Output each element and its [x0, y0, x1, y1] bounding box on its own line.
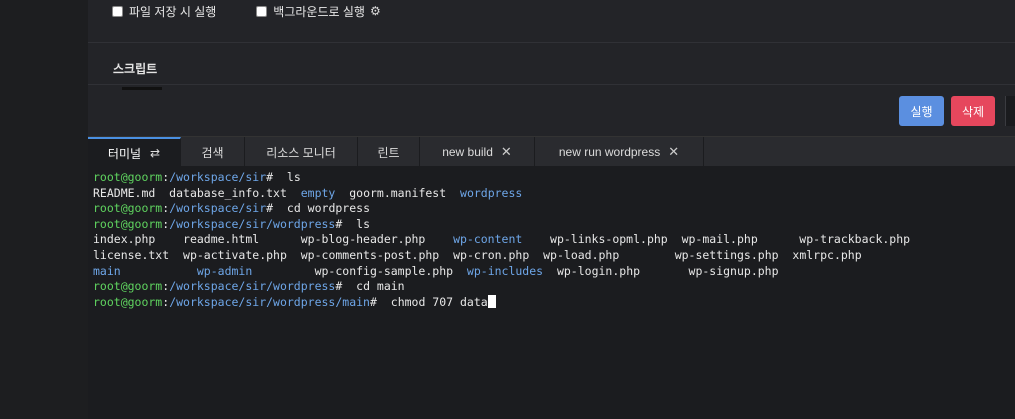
prompt-path: /workspace/sir/wordpress: [169, 279, 336, 294]
gear-icon[interactable]: ⚙: [370, 4, 381, 18]
run-options: 파일 저장 시 실행 백그라운드로 실행 ⚙: [112, 2, 421, 20]
terminal-line: root@goorm:/workspace/sir# cd wordpress: [93, 201, 370, 216]
terminal-line: README.md database_info.txt empty goorm.…: [93, 186, 1015, 202]
tab-label: 리소스 모니터: [266, 145, 336, 160]
ls-entry: README.md: [93, 185, 156, 200]
ls-entry: index.php: [93, 232, 156, 247]
left-gutter: [0, 0, 89, 419]
command: cd main: [349, 279, 405, 294]
ls-entry: goorm.manifest: [349, 185, 447, 200]
close-icon[interactable]: ✕: [501, 144, 512, 160]
close-icon[interactable]: ✕: [668, 144, 679, 160]
prompt-path: /workspace/sir/wordpress: [169, 216, 336, 231]
ls-entry: wp-mail.php: [681, 232, 758, 247]
terminal-line: main wp-admin wp-config-sample.php wp-in…: [93, 264, 1015, 280]
script-tab-label[interactable]: 스크립트: [113, 60, 157, 77]
tab-lint[interactable]: 린트: [358, 137, 420, 167]
prompt-user: root@goorm: [93, 170, 163, 184]
ls-entry: readme.html: [183, 232, 260, 247]
ls-entry: empty: [300, 185, 336, 200]
tab-label: new run wordpress: [558, 145, 661, 159]
save-on-run-checkbox[interactable]: [112, 5, 123, 17]
tab-label: new build: [442, 145, 493, 159]
ls-entry: wp-blog-header.php: [300, 232, 426, 247]
ls-entry: wordpress: [460, 185, 523, 200]
background-run-option[interactable]: 백그라운드로 실행 ⚙: [256, 3, 381, 20]
tab-terminal[interactable]: 터미널 ⇄: [88, 137, 181, 167]
ls-entry: license.txt: [93, 247, 170, 262]
ls-entry: wp-activate.php: [183, 247, 287, 262]
ls-entry: wp-includes: [466, 263, 544, 278]
bottom-tab-bar: 터미널 ⇄ 검색 리소스 모니터 린트 new build ✕ new run …: [88, 136, 1015, 167]
terminal-line: root@goorm:/workspace/sir/wordpress# cd …: [93, 279, 405, 294]
run-config-panel: 파일 저장 시 실행 백그라운드로 실행 ⚙ 스크립트 실행 삭제: [88, 0, 1015, 136]
ls-entry: wp-cron.php: [453, 247, 530, 262]
ls-entry: wp-signup.php: [688, 263, 779, 278]
terminal-output[interactable]: root@goorm:/workspace/sir# ls README.md d…: [88, 166, 1015, 419]
ls-entry: wp-admin: [196, 263, 253, 278]
terminal-cursor: [487, 294, 496, 308]
terminal-line: index.php readme.html wp-blog-header.php…: [93, 232, 1015, 248]
prompt-user: root@goorm: [93, 216, 163, 231]
terminal-line: root@goorm:/workspace/sir# ls: [93, 170, 301, 184]
run-button[interactable]: 실행: [899, 96, 944, 126]
terminal-line: root@goorm:/workspace/sir/wordpress/main…: [93, 294, 1015, 311]
ls-entry: wp-comments-post.php: [300, 247, 440, 262]
ls-entry: wp-content: [453, 232, 523, 247]
command: ls: [279, 170, 301, 184]
delete-button[interactable]: 삭제: [951, 96, 995, 126]
side-panel-edge: [1005, 96, 1015, 126]
ls-entry: wp-settings.php: [674, 247, 779, 262]
sync-icon[interactable]: ⇄: [150, 146, 160, 160]
prompt-user: root@goorm: [93, 201, 163, 216]
save-on-run-option[interactable]: 파일 저장 시 실행: [112, 3, 216, 20]
tab-new-build[interactable]: new build ✕: [420, 137, 535, 167]
ls-entry: xmlrpc.php: [792, 247, 862, 262]
command: ls: [349, 216, 370, 231]
ls-entry: wp-load.php: [543, 247, 620, 262]
prompt-user: root@goorm: [93, 279, 163, 294]
ls-entry: wp-links-opml.php: [550, 232, 668, 247]
tab-label: 검색: [201, 145, 224, 160]
ls-entry: main: [93, 263, 121, 278]
background-run-checkbox[interactable]: [256, 5, 268, 17]
prompt-user: root@goorm: [93, 294, 163, 309]
terminal-line: license.txt wp-activate.php wp-comments-…: [93, 248, 1015, 264]
tab-search[interactable]: 검색: [181, 137, 245, 167]
tab-new-run-wordpress[interactable]: new run wordpress ✕: [535, 137, 704, 167]
prompt-path: /workspace/sir/wordpress/main: [169, 294, 370, 309]
tab-label: 터미널: [107, 146, 142, 161]
ls-entry: wp-config-sample.php: [314, 263, 454, 278]
prompt-path: /workspace/sir: [169, 201, 267, 216]
ls-entry: database_info.txt: [169, 185, 287, 200]
prompt-path: /workspace/sir: [169, 170, 267, 184]
tab-label: 린트: [377, 145, 400, 160]
command-input[interactable]: chmod 707 data: [377, 295, 488, 309]
command: cd wordpress: [279, 201, 370, 216]
terminal-line: root@goorm:/workspace/sir/wordpress# ls: [93, 216, 370, 231]
tab-resource-monitor[interactable]: 리소스 모니터: [245, 137, 358, 167]
divider: [88, 84, 1015, 85]
background-run-label: 백그라운드로 실행: [273, 4, 365, 19]
save-on-run-label: 파일 저장 시 실행: [129, 4, 217, 19]
ls-entry: wp-login.php: [556, 263, 641, 278]
divider: [88, 42, 1015, 43]
script-tab-indicator: [122, 87, 162, 90]
ls-entry: wp-trackback.php: [799, 232, 911, 247]
